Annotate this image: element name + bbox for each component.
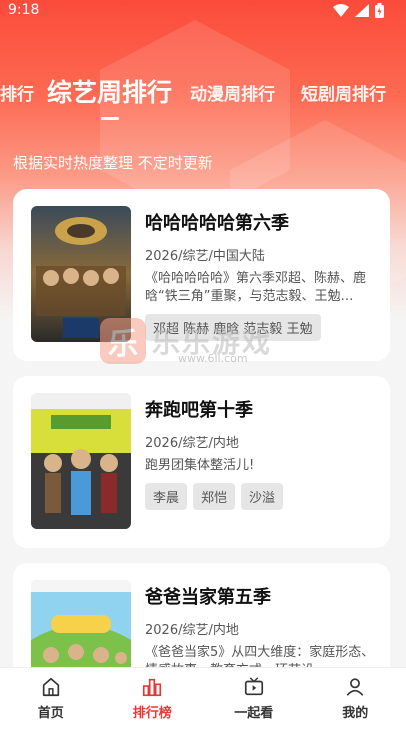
list-item[interactable]: 奔跑吧第十季 2026/综艺/内地 跑男团集体整活儿! 李晨 郑恺 沙溢 — [13, 376, 390, 548]
show-title: 哈哈哈哈哈第六季 — [145, 213, 289, 234]
tab-anime-weekly[interactable]: 动漫周排行 — [190, 80, 275, 105]
show-meta: 2026/综艺/中国大陆 — [145, 249, 265, 264]
status-bar: 9:18 — [0, 0, 406, 20]
watermark-url: www.6ll.com — [178, 352, 248, 365]
ranking-subtitle: 根据实时热度整理 不定时更新 — [13, 154, 213, 172]
show-description: 《哈哈哈哈哈》第六季邓超、陈赫、鹿晗“铁三角”重聚，与范志毅、王勉… — [145, 271, 367, 304]
wifi-icon — [333, 3, 349, 17]
show-description: 跑男团集体整活儿! — [145, 458, 255, 473]
nav-watch-together-label: 一起看 — [234, 706, 274, 721]
show-title: 爸爸当家第五季 — [145, 587, 271, 608]
tab-variety-weekly[interactable]: 综艺周排行 — [47, 73, 172, 109]
home-icon — [42, 677, 59, 697]
active-tab-indicator — [101, 117, 119, 120]
nav-ranking[interactable]: 排行榜 — [112, 676, 192, 721]
tab-short-drama-weekly[interactable]: 短剧周排行 — [301, 80, 386, 105]
nav-profile[interactable]: 我的 — [315, 676, 395, 721]
watermark-logo: 乐 — [100, 318, 146, 364]
nav-home[interactable]: 首页 — [11, 676, 91, 721]
signal-icon — [355, 3, 369, 17]
cast-chip: 郑恺 — [193, 483, 236, 510]
nav-watch-together[interactable]: 一起看 — [214, 676, 294, 721]
profile-icon — [346, 678, 364, 696]
show-meta: 2026/综艺/内地 — [145, 623, 239, 638]
nav-profile-label: 我的 — [342, 706, 369, 721]
cast-chip: 沙溢 — [241, 483, 284, 510]
show-title: 奔跑吧第十季 — [145, 400, 253, 421]
nav-home-label: 首页 — [37, 706, 64, 721]
tab-previous[interactable]: 排行 — [0, 80, 34, 105]
ranking-icon — [143, 678, 162, 697]
show-meta: 2026/综艺/内地 — [145, 436, 239, 451]
status-time: 9:18 — [8, 2, 40, 18]
tv-icon — [244, 677, 263, 696]
show-poster — [31, 393, 131, 529]
battery-icon — [375, 2, 384, 18]
ranking-tabs: 排行 综艺周排行 动漫周排行 短剧周排行 — [0, 68, 406, 112]
cast-chip: 李晨 — [145, 483, 188, 510]
nav-ranking-label: 排行榜 — [132, 706, 172, 721]
bottom-navigation: 首页 排行榜 一起看 我的 — [0, 667, 406, 729]
